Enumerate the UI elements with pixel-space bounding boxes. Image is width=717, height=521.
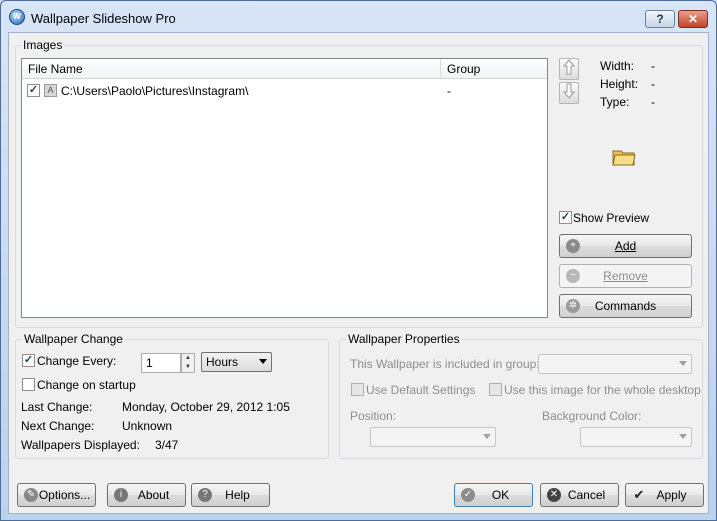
app-icon: W: [9, 9, 25, 25]
ok-button[interactable]: ✓ OK: [454, 483, 533, 507]
chevron-down-icon: [679, 434, 687, 439]
next-change-value: Unknown: [122, 419, 173, 433]
column-group[interactable]: Group: [441, 59, 541, 79]
wallpaper-properties-title: Wallpaper Properties: [346, 332, 462, 346]
type-label: Type:: [600, 95, 630, 109]
help-button[interactable]: ? Help: [191, 483, 270, 507]
cancel-button-label: Cancel: [567, 488, 606, 502]
folder-badge-icon: A: [44, 84, 57, 97]
check-circle-icon: ✓: [461, 488, 475, 502]
add-icon: +: [566, 239, 580, 253]
arrow-up-icon: [562, 59, 576, 75]
add-button[interactable]: + Add: [559, 234, 692, 258]
arrow-down-icon: [562, 83, 576, 99]
item-checkbox[interactable]: ✓: [27, 84, 40, 97]
last-change-value: Monday, October 29, 2012 1:05: [122, 400, 290, 414]
move-up-button[interactable]: [559, 58, 579, 80]
about-button-label: About: [137, 488, 170, 502]
images-list[interactable]: File Name Group ✓ A C:\Users\Paolo\Pictu…: [21, 58, 548, 318]
show-preview-label: Show Preview: [573, 211, 650, 225]
info-icon: i: [114, 488, 128, 502]
move-down-button[interactable]: [559, 82, 579, 104]
last-change-label: Last Change:: [21, 400, 93, 414]
wallpapers-displayed-label: Wallpapers Displayed:: [21, 438, 140, 452]
height-label: Height:: [600, 77, 639, 91]
change-on-startup-checkbox[interactable]: [22, 378, 35, 391]
remove-button-label: Remove: [603, 269, 648, 283]
gear-icon: ✲: [566, 299, 580, 313]
use-default-settings-checkbox[interactable]: [351, 383, 364, 396]
width-label: Width:: [600, 59, 635, 73]
chevron-down-icon: [259, 359, 267, 364]
whole-desktop-checkbox[interactable]: [489, 383, 502, 396]
item-group: -: [447, 84, 451, 98]
show-preview-checkbox[interactable]: ✓: [559, 211, 572, 224]
checkmark-icon: ✔: [633, 487, 645, 502]
interval-input[interactable]: 1: [141, 353, 181, 373]
title-bar: W Wallpaper Slideshow Pro ? ✕: [1, 1, 716, 32]
ok-button-label: OK: [491, 488, 510, 502]
type-value: -: [651, 95, 655, 109]
wrench-icon: ✎: [24, 488, 38, 502]
question-icon: ?: [198, 488, 212, 502]
about-button[interactable]: i About: [107, 483, 186, 507]
change-on-startup-label: Change on startup: [37, 378, 136, 392]
interval-spinner[interactable]: ▲ ▼: [181, 353, 195, 373]
commands-button-label: Commands: [594, 299, 657, 313]
spin-up-icon[interactable]: ▲: [182, 354, 194, 363]
background-color-select[interactable]: [580, 427, 692, 447]
chevron-down-icon: [679, 361, 687, 366]
close-window-button[interactable]: ✕: [678, 10, 708, 28]
group-select[interactable]: [538, 354, 692, 374]
interval-unit-value: Hours: [206, 355, 239, 369]
width-value: -: [651, 59, 655, 73]
list-item[interactable]: ✓ A C:\Users\Paolo\Pictures\Instagram\ -: [22, 82, 547, 100]
item-path: C:\Users\Paolo\Pictures\Instagram\: [61, 84, 249, 98]
position-label: Position:: [350, 409, 397, 423]
commands-button[interactable]: ✲ Commands: [559, 294, 692, 318]
dialog-client: Images File Name Group ✓ A C:\Users\Paol…: [8, 32, 709, 514]
wallpapers-displayed-value: 3/47: [155, 438, 179, 452]
images-group-title: Images: [21, 38, 65, 52]
options-button[interactable]: ✎ Options...: [17, 483, 96, 507]
change-every-checkbox[interactable]: ✓: [22, 354, 35, 367]
apply-button[interactable]: ✔ Apply: [625, 483, 704, 507]
whole-desktop-label: Use this image for the whole desktop: [504, 383, 701, 397]
add-button-label: Add: [614, 239, 637, 253]
main-window: W Wallpaper Slideshow Pro ? ✕ Images Fil…: [0, 0, 717, 521]
help-button-label: Help: [225, 488, 250, 502]
remove-button[interactable]: − Remove: [559, 264, 692, 288]
apply-button-label: Apply: [656, 488, 687, 502]
use-default-settings-label: Use Default Settings: [366, 383, 476, 397]
next-change-label: Next Change:: [21, 419, 95, 433]
background-color-label: Background Color:: [542, 409, 642, 423]
folder-preview-icon: [612, 150, 636, 166]
list-header: File Name Group: [22, 59, 547, 79]
position-select[interactable]: [370, 427, 496, 447]
close-icon: ✕: [547, 488, 561, 502]
wallpaper-change-title: Wallpaper Change: [22, 332, 125, 346]
column-file-name[interactable]: File Name: [22, 59, 440, 79]
spin-down-icon[interactable]: ▼: [182, 363, 194, 372]
height-value: -: [651, 77, 655, 91]
cancel-button[interactable]: ✕ Cancel: [540, 483, 619, 507]
interval-unit-select[interactable]: Hours: [201, 352, 272, 372]
help-title-button[interactable]: ?: [645, 10, 675, 28]
remove-icon: −: [566, 269, 580, 283]
chevron-down-icon: [483, 434, 491, 439]
window-title: Wallpaper Slideshow Pro: [31, 11, 176, 26]
included-in-group-label: This Wallpaper is included in group:: [350, 357, 540, 371]
change-every-label: Change Every:: [37, 354, 117, 368]
